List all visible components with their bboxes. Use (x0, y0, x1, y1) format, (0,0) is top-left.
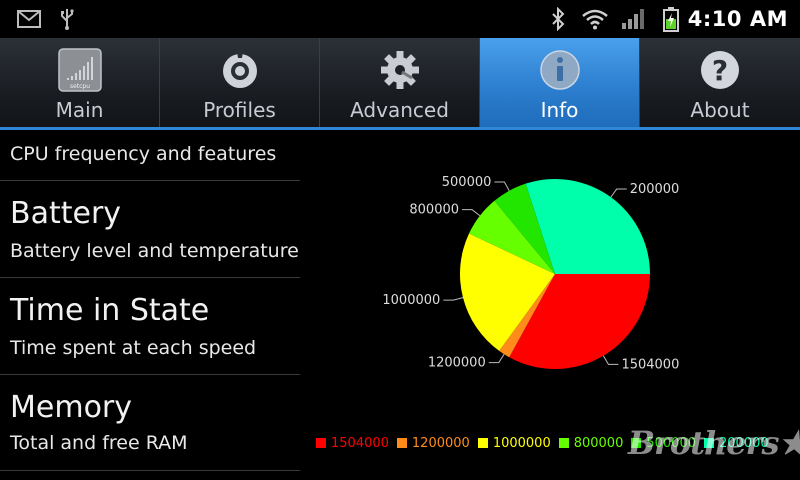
legend-swatch (558, 438, 569, 448)
usb-icon (56, 0, 78, 38)
list-item-cpu-subtitle: CPU frequency and features (10, 143, 277, 165)
legend-label: 1504000 (331, 435, 389, 451)
info-list: CPU frequency and features Battery Batte… (0, 133, 300, 480)
list-item-title: Memory (10, 390, 133, 425)
legend-item-1000000: 1000000 (477, 435, 551, 451)
list-item-title: Time in State (10, 293, 210, 328)
tab-label: Main (55, 98, 104, 122)
tab-label: About (690, 98, 750, 122)
legend-item-1200000: 1200000 (396, 435, 470, 451)
tab-label: Info (540, 98, 579, 122)
pie-label-500000: 500000 (442, 175, 492, 190)
legend-swatch (316, 438, 326, 448)
pie-label-1000000: 1000000 (382, 293, 440, 308)
list-item-subtitle: Time spent at each speed (10, 337, 257, 359)
tab-info[interactable]: Info (480, 38, 640, 127)
legend-item-800000: 800000 (558, 435, 624, 451)
watermark-logo: Brothers★ft (628, 424, 800, 462)
list-item-battery[interactable]: Battery Battery level and temperature (0, 181, 300, 277)
battery-charging-icon (660, 0, 682, 38)
legend-swatch (396, 438, 407, 448)
pie-label-1200000: 1200000 (428, 356, 486, 371)
info-icon (536, 48, 584, 92)
pie-leader-line (462, 209, 481, 217)
list-item-time-in-state[interactable]: Time in State Time spent at each speed (0, 278, 300, 374)
pie-leader-line (443, 297, 464, 301)
svg-text:?: ? (712, 54, 728, 87)
legend-label: 1000000 (492, 435, 551, 451)
tab-label: Profiles (203, 98, 276, 122)
tab-main[interactable]: setcpu Main (0, 38, 160, 127)
pie-label-800000: 800000 (409, 203, 459, 218)
list-item-title: Battery (10, 196, 122, 231)
gear-icon (376, 48, 424, 92)
wifi-icon (580, 0, 610, 38)
pie-leader-line (610, 188, 627, 198)
legend-label: 1200000 (411, 435, 470, 451)
divider (0, 470, 300, 471)
legend-label: 800000 (573, 435, 624, 451)
setcpu-logo-text: setcpu (69, 83, 89, 90)
gmail-icon (16, 0, 42, 38)
legend-swatch (477, 438, 488, 448)
pie-leader-line (494, 181, 510, 191)
profiles-icon (216, 48, 264, 92)
tab-advanced[interactable]: Advanced (320, 38, 480, 127)
tab-bar: setcpu Main Profiles Advanced Info ? Abo… (0, 38, 800, 130)
list-item-subtitle: Battery level and temperature (10, 240, 299, 262)
legend-item-1504000: 1504000 (316, 436, 389, 451)
bluetooth-icon (548, 0, 568, 38)
tab-label: Advanced (350, 98, 449, 122)
help-icon: ? (696, 48, 744, 92)
tab-about[interactable]: ? About (640, 38, 800, 127)
clock: 4:10 AM (687, 7, 788, 31)
status-bar: 4:10 AM (0, 0, 800, 38)
pie-label-200000: 200000 (630, 182, 680, 197)
list-item-subtitle: Total and free RAM (10, 432, 188, 454)
pie-leader-line (602, 355, 619, 365)
pie-leader-line (488, 353, 505, 364)
list-item-memory[interactable]: Memory Total and free RAM (0, 375, 300, 471)
tab-profiles[interactable]: Profiles (160, 38, 320, 127)
setcpu-logo-icon: setcpu (56, 48, 104, 92)
pie-label-1504000: 1504000 (621, 357, 679, 372)
signal-icon (620, 0, 646, 38)
